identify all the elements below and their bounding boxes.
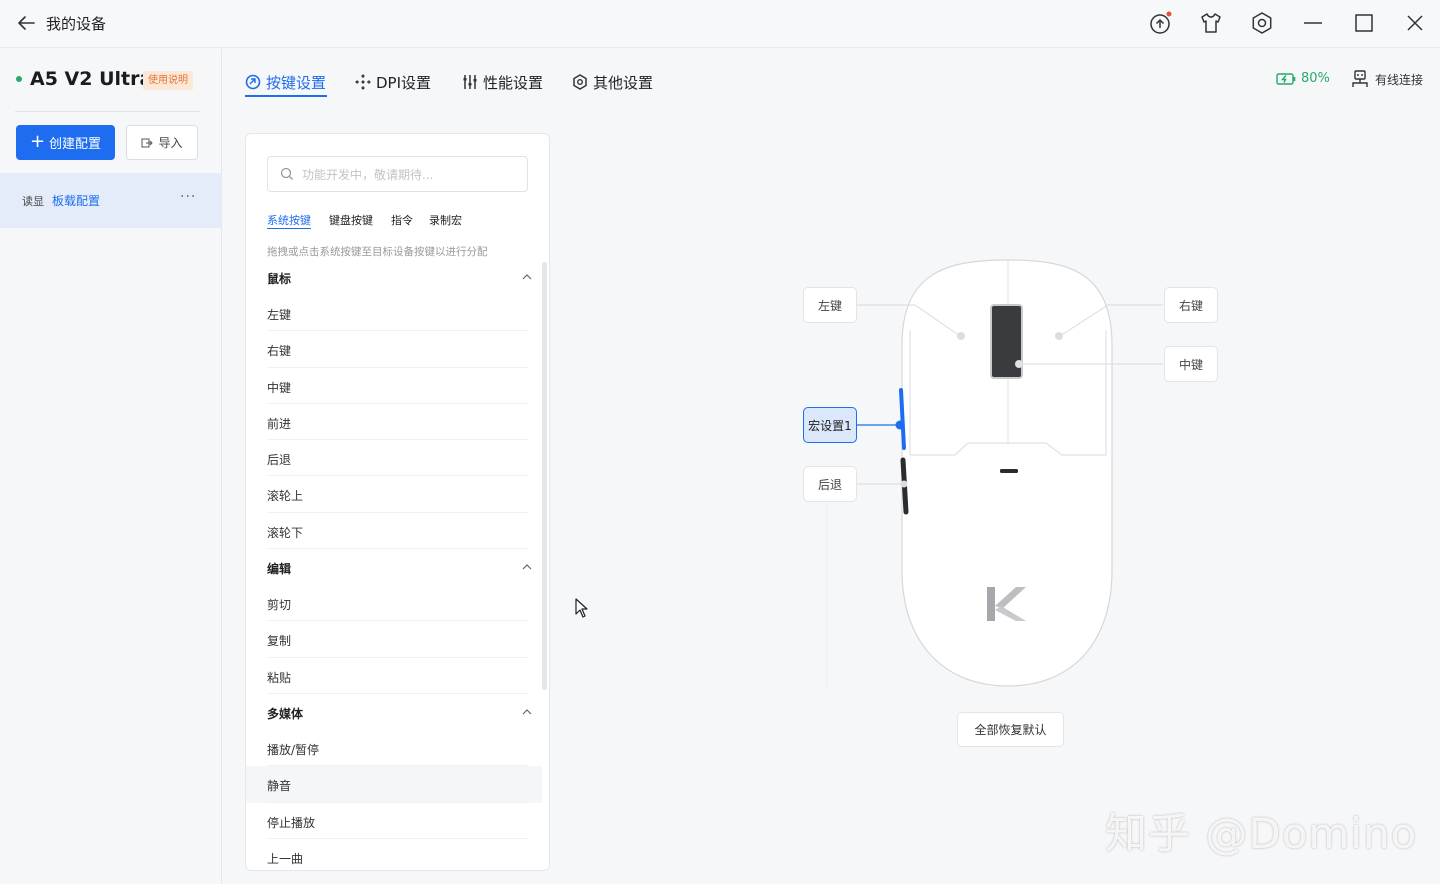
list-item[interactable]: 中键 <box>246 368 542 405</box>
online-status-dot <box>16 76 22 82</box>
middle-key-anchor <box>1015 360 1023 368</box>
right-key-label[interactable]: 右键 <box>1164 287 1218 323</box>
minimize-icon[interactable] <box>1300 10 1326 36</box>
list-item[interactable]: 后退 <box>246 440 542 477</box>
chevron-up-icon <box>522 274 532 280</box>
config-name: 板载配置 <box>52 194 101 208</box>
side-forward-anchor <box>895 420 905 430</box>
more-options-icon[interactable]: ··· <box>180 189 196 205</box>
reset-all-button[interactable]: 全部恢复默认 <box>957 712 1064 747</box>
tab-other-settings[interactable]: 其他设置 <box>572 70 653 94</box>
maximize-icon[interactable] <box>1351 10 1377 36</box>
list-item[interactable]: 复制 <box>246 621 542 658</box>
group-title: 编辑 <box>267 562 292 577</box>
chevron-up-icon <box>522 709 532 715</box>
group-mouse[interactable]: 鼠标 <box>246 259 542 295</box>
list-item[interactable]: 滚轮下 <box>246 513 542 550</box>
group-edit[interactable]: 编辑 <box>246 549 542 585</box>
subtab-commands[interactable]: 指令 <box>391 212 413 228</box>
side-back-anchor <box>900 480 908 488</box>
create-config-button[interactable]: + 创建配置 <box>16 125 115 160</box>
subtab-keyboard-keys[interactable]: 键盘按键 <box>329 212 373 228</box>
subtab-system-keys[interactable]: 系统按键 <box>267 212 311 228</box>
sliders-icon <box>463 75 477 89</box>
list-item[interactable]: 播放/暂停 <box>246 730 542 767</box>
connection-label: 有线连接 <box>1375 72 1424 87</box>
tab-performance-settings[interactable]: 性能设置 <box>462 70 543 94</box>
right-key-anchor <box>1055 332 1063 340</box>
back-arrow-icon[interactable] <box>14 11 38 35</box>
list-item[interactable]: 左键 <box>246 295 542 332</box>
tab-dpi-settings[interactable]: DPI设置 <box>355 70 431 94</box>
sidebar-divider <box>15 111 200 112</box>
wired-connection-icon <box>1352 70 1368 87</box>
tab-dpi-settings-label: DPI设置 <box>376 73 432 92</box>
settings-icon[interactable] <box>1249 10 1275 36</box>
dpi-button <box>1000 469 1018 473</box>
active-tab-indicator <box>245 95 327 97</box>
tab-key-settings-label: 按键设置 <box>266 73 327 92</box>
title-bar: 我的设备 <box>0 0 1440 48</box>
plus-icon: + <box>29 130 46 152</box>
tab-key-settings[interactable]: 按键设置 <box>245 70 326 94</box>
subtab-record-macro[interactable]: 录制宏 <box>429 212 462 228</box>
close-icon[interactable] <box>1402 10 1428 36</box>
mouse-cursor-icon <box>575 598 588 618</box>
middle-key-label[interactable]: 中键 <box>1164 346 1218 382</box>
gear-icon <box>573 74 587 90</box>
list-item[interactable]: 右键 <box>246 331 542 368</box>
device-name: A5 V2 Ultra <box>30 68 153 90</box>
group-multimedia[interactable]: 多媒体 <box>246 694 542 730</box>
assign-hint: 拖拽或点击系统按键至目标设备按键以进行分配 <box>267 246 488 258</box>
search-input[interactable] <box>302 165 517 185</box>
function-search[interactable] <box>267 156 528 192</box>
battery-level: 80% <box>1301 71 1330 86</box>
watermark: 知乎 @Domino <box>1105 809 1418 858</box>
window-title: 我的设备 <box>46 15 107 33</box>
import-icon <box>141 138 154 147</box>
side-forward-key-label[interactable]: 宏设置1 <box>803 407 857 443</box>
group-title: 鼠标 <box>267 272 292 286</box>
connection-status: 有线连接 <box>1351 70 1423 88</box>
list-item[interactable]: 滚轮上 <box>246 476 542 514</box>
import-label: 导入 <box>158 136 183 150</box>
upload-icon[interactable] <box>1147 10 1173 36</box>
list-item[interactable]: 前进 <box>246 404 542 441</box>
side-back-key-label[interactable]: 后退 <box>803 466 857 502</box>
left-key-anchor <box>957 332 965 340</box>
shirt-icon[interactable] <box>1198 10 1224 36</box>
tab-performance-settings-label: 性能设置 <box>483 73 544 92</box>
left-key-label[interactable]: 左键 <box>803 287 857 323</box>
battery-status: 80% <box>1276 71 1330 86</box>
battery-charging-icon <box>1276 72 1296 85</box>
dpi-icon <box>355 74 371 90</box>
list-item[interactable]: 静音 <box>246 766 542 803</box>
manual-link[interactable]: 使用说明 <box>143 71 193 90</box>
key-settings-icon <box>245 74 261 90</box>
sidebar: A5 V2 Ultra 使用说明 + 创建配置 导入 读显 板载配置 ··· <box>0 49 222 884</box>
group-title: 多媒体 <box>267 706 304 721</box>
key-assignment-panel: 系统按键 键盘按键 指令 录制宏 拖拽或点击系统按键至目标设备按键以进行分配 鼠… <box>245 133 550 871</box>
chevron-up-icon <box>522 564 532 570</box>
create-config-label: 创建配置 <box>49 137 102 152</box>
search-icon <box>280 167 293 180</box>
list-item[interactable]: 上一曲 <box>246 839 542 870</box>
config-tag: 读显 <box>22 195 44 208</box>
list-item[interactable]: 剪切 <box>246 585 542 622</box>
key-list: 鼠标 左键 右键 中键 前进 后退 滚轮上 滚轮下 编辑 剪切 复制 粘贴 多媒… <box>246 259 542 870</box>
list-item[interactable]: 粘贴 <box>246 658 542 695</box>
list-item[interactable]: 停止播放 <box>246 803 542 840</box>
list-scrollbar[interactable] <box>542 262 547 690</box>
tab-other-settings-label: 其他设置 <box>593 73 654 92</box>
config-item-onboard[interactable]: 读显 板载配置 ··· <box>0 173 222 228</box>
import-button[interactable]: 导入 <box>126 125 198 160</box>
